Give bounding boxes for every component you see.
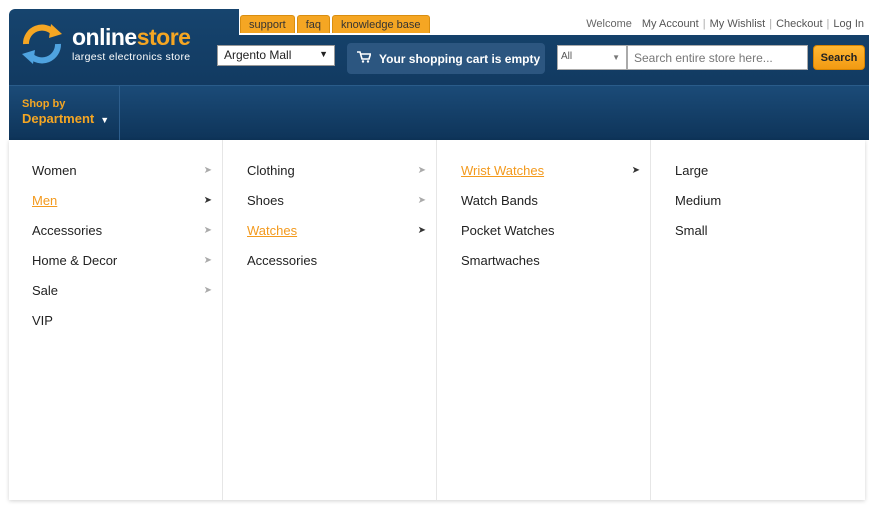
tab-faq[interactable]: faq bbox=[296, 15, 330, 33]
menu-item-label: Small bbox=[675, 223, 708, 238]
chevron-right-icon: ➤ bbox=[203, 195, 212, 206]
menu-item-label: Pocket Watches bbox=[461, 223, 555, 238]
menu-column-2: Clothing ➤ Shoes ➤ Watches ➤ Accessories bbox=[223, 140, 437, 500]
shop-by-department[interactable]: Shop by Department ▼ bbox=[9, 86, 120, 141]
my-wishlist-link[interactable]: My Wishlist bbox=[710, 18, 766, 30]
chevron-down-icon: ▼ bbox=[100, 115, 110, 125]
menu-item-label: Men bbox=[32, 193, 58, 208]
menu-item[interactable]: Pocket Watches bbox=[437, 223, 650, 253]
logo-name: onlinestore bbox=[72, 23, 191, 50]
menu-item-label: Accessories bbox=[247, 253, 318, 268]
search-button[interactable]: Search bbox=[813, 45, 865, 70]
menu-item-label: VIP bbox=[32, 313, 53, 328]
site-logo[interactable]: onlinestore largest electronics store bbox=[18, 20, 191, 68]
dept-label-line2: Department ▼ bbox=[22, 111, 119, 126]
menu-item[interactable]: Watch Bands bbox=[437, 193, 650, 223]
chevron-right-icon: ➤ bbox=[631, 165, 640, 176]
menu-item[interactable]: Large bbox=[651, 163, 865, 193]
search-bar: All ▼ Search entire store here... Search bbox=[557, 45, 865, 70]
chevron-right-icon: ➤ bbox=[417, 195, 426, 206]
dropdown-arrow-icon: ▼ bbox=[319, 49, 328, 59]
tab-support[interactable]: support bbox=[240, 15, 295, 33]
menu-item-label: Women bbox=[32, 163, 77, 178]
menu-item[interactable]: Medium bbox=[651, 193, 865, 223]
menu-item-label: Large bbox=[675, 163, 709, 178]
menu-item-label: Sale bbox=[32, 283, 59, 298]
search-category-select[interactable]: All ▼ bbox=[557, 45, 627, 70]
dept-label-text: Department bbox=[22, 111, 95, 126]
chevron-right-icon: ➤ bbox=[203, 165, 212, 176]
cart-button[interactable]: Your shopping cart is empty bbox=[347, 43, 545, 74]
menu-item-label: Watch Bands bbox=[461, 193, 538, 208]
dropdown-arrow-icon: ▼ bbox=[612, 53, 620, 62]
dept-label-line1: Shop by bbox=[22, 98, 66, 110]
separator: | bbox=[826, 18, 830, 30]
search-input[interactable]: Search entire store here... bbox=[627, 45, 808, 70]
menu-item-label: Watches bbox=[247, 223, 298, 238]
department-menu: Women ➤ Men ➤ Accessories ➤ Home & Decor ➤ Sale ➤… bbox=[9, 140, 865, 500]
menu-item[interactable]: Smartwaches bbox=[437, 253, 650, 283]
menu-item[interactable]: Shoes ➤ bbox=[223, 193, 436, 223]
menu-item[interactable]: VIP bbox=[9, 313, 222, 343]
menu-item[interactable]: Accessories bbox=[223, 253, 436, 283]
menu-item[interactable]: Clothing ➤ bbox=[223, 163, 436, 193]
menu-item[interactable]: Men ➤ bbox=[9, 193, 222, 223]
header-tabs: support faq knowledge base bbox=[240, 15, 430, 33]
chevron-right-icon: ➤ bbox=[203, 255, 212, 266]
search-category-value: All bbox=[561, 51, 573, 62]
chevron-right-icon: ➤ bbox=[203, 285, 212, 296]
chevron-right-icon: ➤ bbox=[417, 165, 426, 176]
menu-item-label: Shoes bbox=[247, 193, 284, 208]
menu-item-label: Smartwaches bbox=[461, 253, 540, 268]
menu-column-4: Large Medium Small bbox=[651, 140, 865, 500]
menu-item-label: Clothing bbox=[247, 163, 295, 178]
menu-item[interactable]: Home & Decor ➤ bbox=[9, 253, 222, 283]
top-nav: Welcome My Account | My Wishlist | Checkou… bbox=[586, 18, 864, 30]
menu-column-3: Wrist Watches ➤ Watch Bands Pocket Watches S… bbox=[437, 140, 651, 500]
nav-bar: Shop by Department ▼ bbox=[9, 85, 869, 141]
tab-knowledge-base[interactable]: knowledge base bbox=[332, 15, 430, 33]
logo-name-part1: online bbox=[72, 23, 137, 50]
menu-item[interactable]: Small bbox=[651, 223, 865, 253]
logo-tagline: largest electronics store bbox=[72, 50, 191, 63]
login-link[interactable]: Log In bbox=[833, 18, 864, 30]
menu-item-label: Home & Decor bbox=[32, 253, 118, 268]
mall-select-value: Argento Mall bbox=[224, 48, 292, 62]
checkout-link[interactable]: Checkout bbox=[776, 18, 822, 30]
menu-column-1: Women ➤ Men ➤ Accessories ➤ Home & Decor ➤ Sale ➤… bbox=[9, 140, 223, 500]
menu-item[interactable]: Women ➤ bbox=[9, 163, 222, 193]
menu-item[interactable]: Sale ➤ bbox=[9, 283, 222, 313]
separator: | bbox=[702, 18, 706, 30]
my-account-link[interactable]: My Account bbox=[642, 18, 699, 30]
menu-item-label: Accessories bbox=[32, 223, 103, 238]
shopping-cart-icon bbox=[357, 51, 372, 66]
logo-text: onlinestore largest electronics store bbox=[72, 23, 191, 63]
refresh-arrows-icon bbox=[18, 20, 66, 68]
menu-item[interactable]: Accessories ➤ bbox=[9, 223, 222, 253]
cart-status: Your shopping cart is empty bbox=[379, 51, 541, 66]
chevron-right-icon: ➤ bbox=[203, 225, 212, 236]
menu-item-label: Medium bbox=[675, 193, 722, 208]
chevron-right-icon: ➤ bbox=[417, 225, 426, 236]
logo-name-part2: store bbox=[136, 23, 191, 50]
menu-item[interactable]: Watches ➤ bbox=[223, 223, 436, 253]
mall-select[interactable]: Argento Mall ▼ bbox=[217, 45, 335, 66]
welcome-text: Welcome bbox=[586, 18, 632, 30]
menu-item[interactable]: Wrist Watches ➤ bbox=[437, 163, 650, 193]
menu-item-label: Wrist Watches bbox=[461, 163, 545, 178]
separator: | bbox=[769, 18, 773, 30]
